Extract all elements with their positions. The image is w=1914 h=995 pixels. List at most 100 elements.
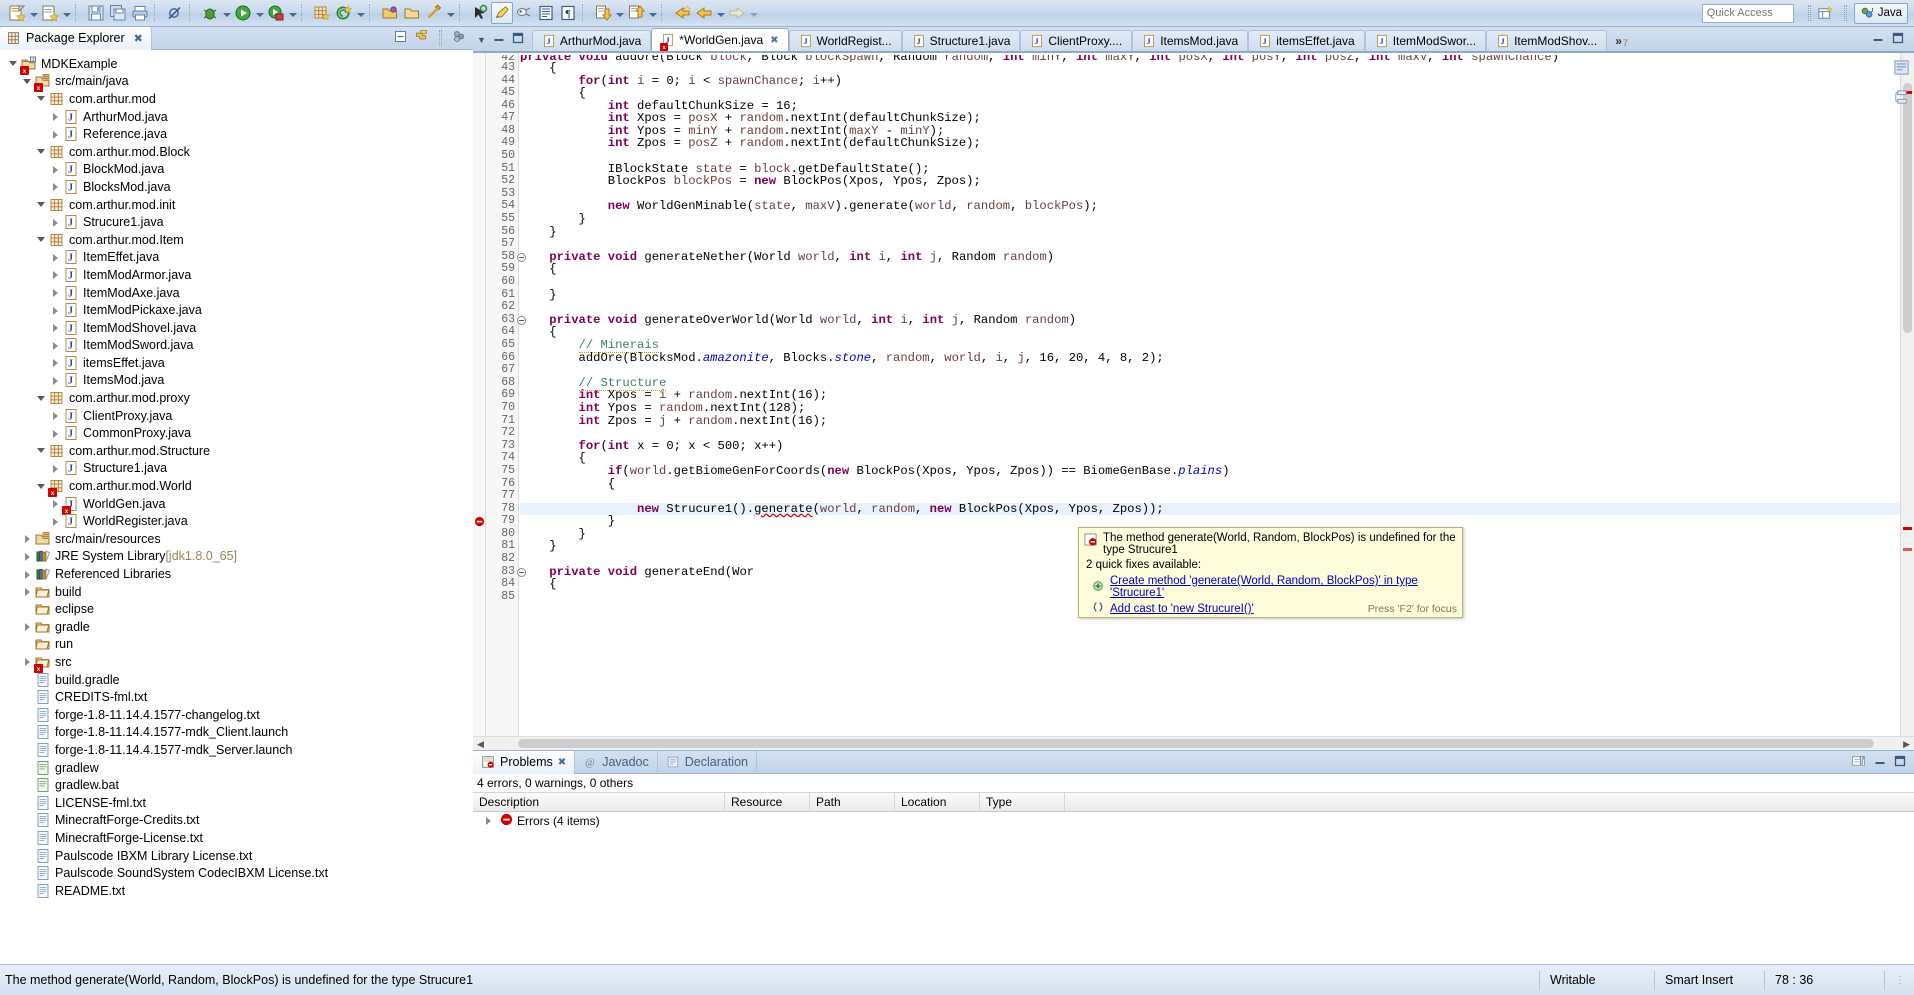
problems-minimize-icon[interactable] [1874, 755, 1886, 770]
tree-node[interactable]: README.txt [0, 882, 473, 900]
editor-tab-0[interactable]: J ArthurMod.java [531, 30, 652, 51]
save-all-icon[interactable] [107, 2, 129, 24]
tree-node[interactable]: src/main/resources [0, 530, 473, 548]
forward-icon[interactable] [726, 2, 748, 24]
perspective-java-button[interactable]: J Java [1853, 2, 1908, 24]
problems-column-location[interactable]: Location [895, 793, 980, 811]
editor-tab-6[interactable]: JitemsEffet.java [1248, 30, 1365, 51]
tree-twisty-closed[interactable] [22, 551, 33, 562]
editor-maximize-icon[interactable] [512, 32, 524, 47]
close-icon[interactable]: ✖ [558, 757, 566, 768]
tree-node[interactable]: JRE System Library [jdk1.8.0_65] [0, 548, 473, 566]
forward-dropdown[interactable] [748, 2, 759, 24]
tree-node[interactable]: J Structure1.java [0, 460, 473, 478]
close-icon[interactable]: ✖ [134, 32, 143, 45]
tree-twisty-open[interactable] [36, 234, 47, 245]
tree-twisty-closed[interactable] [50, 305, 61, 316]
problems-maximize-icon[interactable] [1894, 755, 1906, 770]
tree-node[interactable]: J ItemModShovel.java [0, 319, 473, 337]
new-package-icon[interactable] [311, 2, 333, 24]
tree-twisty-closed[interactable] [22, 533, 33, 544]
project-tree[interactable]: Jx MDKExample x src/main/java com.arthur.mod… [0, 51, 473, 964]
quick-fix-link-1[interactable]: Add cast to 'new StrucureI()' [1110, 603, 1254, 615]
tree-node[interactable]: run [0, 636, 473, 654]
editor-view-menu-icon[interactable]: ▼ [477, 35, 486, 45]
editor-minimize-icon[interactable] [493, 32, 505, 47]
back-icon[interactable] [693, 2, 715, 24]
tree-twisty-closed[interactable] [22, 586, 33, 597]
tab-javadoc[interactable]: @ Javadoc [575, 750, 658, 774]
tree-node[interactable]: J WorldRegister.java [0, 512, 473, 530]
tree-twisty-closed[interactable] [50, 357, 61, 368]
last-edit-location-icon[interactable] [671, 2, 693, 24]
tree-twisty-closed[interactable] [50, 410, 61, 421]
tree-twisty-open[interactable] [22, 76, 33, 87]
tree-node[interactable]: com.arthur.mod.proxy [0, 389, 473, 407]
tree-node[interactable]: com.arthur.mod.init [0, 196, 473, 214]
open-perspective-button[interactable] [1815, 2, 1837, 24]
close-icon[interactable]: ✖ [770, 35, 778, 46]
error-marker-icon[interactable] [474, 516, 485, 527]
run-dropdown[interactable] [254, 2, 265, 24]
problems-column-description[interactable]: Description [473, 793, 725, 811]
problems-row-list[interactable]: Errors (4 items) [473, 812, 1914, 829]
show-source-icon[interactable] [535, 2, 557, 24]
save-icon[interactable] [85, 2, 107, 24]
tree-twisty-open[interactable] [36, 146, 47, 157]
tree-twisty-closed[interactable] [50, 164, 61, 175]
tree-twisty-open[interactable] [36, 481, 47, 492]
tree-node[interactable]: LICENSE-fml.txt [0, 794, 473, 812]
editor-restore-icon[interactable] [1872, 32, 1884, 47]
code-editor[interactable]: 42 43 44 45 46 47 48 49 50 51 52 53 54 55 56 57 58 59 60 61… [473, 52, 1914, 750]
new-wizard-dropdown[interactable] [28, 2, 39, 24]
tree-node[interactable]: J ItemEffet.java [0, 249, 473, 267]
tree-node[interactable]: J ItemModPickaxe.java [0, 301, 473, 319]
tree-twisty-closed[interactable] [50, 428, 61, 439]
debug-icon[interactable] [199, 2, 221, 24]
tree-node[interactable]: J ItemModSword.java [0, 337, 473, 355]
link-with-editor-icon[interactable] [414, 29, 429, 47]
tree-twisty-open[interactable] [8, 58, 19, 69]
open-task-icon[interactable] [401, 2, 423, 24]
tree-node[interactable]: x com.arthur.mod.World [0, 477, 473, 498]
tree-node[interactable]: com.arthur.mod.Item [0, 231, 473, 249]
tree-node[interactable]: MinecraftForge-Credits.txt [0, 812, 473, 830]
vertical-scroll-thumb[interactable] [1903, 83, 1912, 333]
tree-node[interactable]: forge-1.8-11.14.4.1577-mdk_Client.launch [0, 724, 473, 742]
editor-tab-4[interactable]: J ClientProxy.... [1020, 30, 1133, 51]
problems-column-resource[interactable]: Resource [725, 793, 810, 811]
tree-node[interactable]: com.arthur.mod.Block [0, 143, 473, 161]
quick-access-input[interactable] [1701, 3, 1794, 23]
tree-twisty-closed[interactable] [50, 252, 61, 263]
link-editor-icon[interactable] [469, 2, 491, 24]
tree-node[interactable]: Paulscode SoundSystem CodecIBXM License.… [0, 864, 473, 882]
quick-fix-item-0[interactable]: Create method 'generate(World, Random, B… [1079, 574, 1462, 600]
problems-column-type[interactable]: Type [980, 793, 1065, 811]
quick-fix-link-0[interactable]: Create method 'generate(World, Random, B… [1110, 575, 1457, 599]
tree-node[interactable]: Jx MDKExample [0, 55, 473, 75]
tree-node[interactable]: J ItemModArmor.java [0, 266, 473, 284]
tree-twisty-closed[interactable] [50, 217, 61, 228]
tree-node[interactable]: gradlew [0, 759, 473, 777]
tree-twisty-open[interactable] [36, 93, 47, 104]
editor-horizontal-scrollbar[interactable]: ◀ ▶ [473, 736, 1914, 750]
tree-twisty-closed[interactable] [50, 340, 61, 351]
editor-tab-7[interactable]: J ItemModSwor... [1364, 30, 1487, 51]
tree-node[interactable]: J Reference.java [0, 125, 473, 143]
editor-tab-5[interactable]: J ItemsMod.java [1132, 30, 1249, 51]
tree-node[interactable]: build [0, 583, 473, 601]
toggle-breakpoint-icon[interactable] [164, 2, 186, 24]
tree-twisty-closed[interactable] [22, 569, 33, 580]
tab-package-explorer[interactable]: Package Explorer ✖ [0, 26, 152, 50]
new-java-class-dropdown[interactable] [61, 2, 72, 24]
external-tools-icon[interactable] [265, 2, 287, 24]
pencil-highlight-icon[interactable] [491, 2, 513, 24]
overview-error-mark[interactable] [1903, 548, 1912, 551]
tree-node[interactable]: J ItemModAxe.java [0, 284, 473, 302]
filters-icon[interactable] [1851, 754, 1866, 771]
tree-node[interactable]: x src/main/java [0, 73, 473, 93]
overview-error-mark[interactable] [1903, 527, 1912, 530]
tree-node[interactable]: J BlocksMod.java [0, 178, 473, 196]
previous-annotation-dropdown[interactable] [647, 2, 658, 24]
tree-node[interactable]: eclipse [0, 600, 473, 618]
